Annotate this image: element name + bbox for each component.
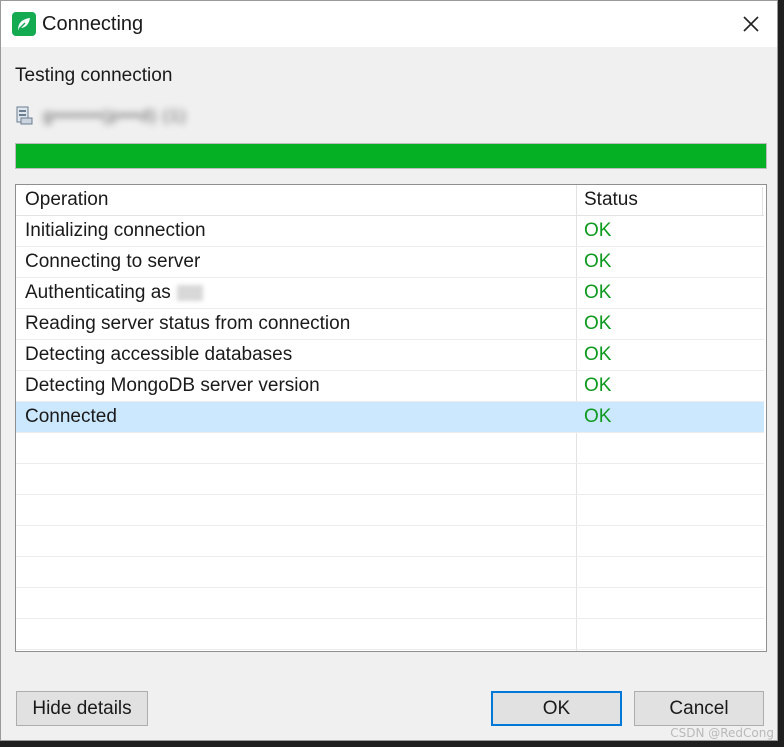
empty-row [16, 588, 764, 619]
cancel-button[interactable]: Cancel [634, 691, 764, 726]
ok-button[interactable]: OK [491, 691, 622, 726]
status-cell: OK [584, 406, 612, 427]
table-row-selected[interactable]: Connected OK [16, 402, 764, 433]
column-header-status[interactable]: Status [584, 189, 638, 211]
table-row[interactable]: Initializing connection OK [16, 216, 764, 247]
table-row[interactable]: Connecting to server OK [16, 247, 764, 278]
connection-name: g•••••••(p•••d) (1) [43, 106, 187, 125]
empty-row [16, 464, 764, 495]
status-cell: OK [584, 313, 612, 334]
empty-row [16, 495, 764, 526]
hide-details-button[interactable]: Hide details [16, 691, 148, 726]
status-cell: OK [584, 282, 612, 303]
watermark: CSDN @RedCong [670, 726, 774, 740]
title-bar: Connecting [1, 1, 777, 47]
empty-row [16, 433, 764, 464]
testing-connection-label: Testing connection [15, 65, 173, 86]
operation-cell: Initializing connection [25, 220, 206, 241]
header-divider [762, 187, 763, 215]
status-cell: OK [584, 344, 612, 365]
table-header-row: Operation Status [16, 185, 764, 216]
operation-cell: Detecting accessible databases [25, 344, 293, 365]
connection-info: g•••••••(p•••d) (1) [15, 101, 187, 131]
operation-cell: Connecting to server [25, 251, 201, 272]
server-icon [16, 106, 33, 125]
status-cell: OK [584, 375, 612, 396]
operation-text: Authenticating as [25, 282, 171, 303]
redacted-username [176, 284, 203, 301]
operation-cell: Authenticating as [25, 282, 203, 304]
window-title: Connecting [42, 13, 144, 35]
mongodb-leaf-icon [12, 12, 36, 36]
empty-row [16, 619, 764, 650]
status-cell: OK [584, 220, 612, 241]
table-row[interactable]: Authenticating as OK [16, 278, 764, 309]
empty-row [16, 557, 764, 588]
table-row[interactable]: Detecting accessible databases OK [16, 340, 764, 371]
close-icon[interactable] [739, 12, 763, 36]
operation-cell: Detecting MongoDB server version [25, 375, 320, 396]
operations-table[interactable]: Operation Status Initializing connection… [15, 184, 767, 652]
table-row[interactable]: Detecting MongoDB server version OK [16, 371, 764, 402]
operation-cell: Connected [25, 406, 117, 427]
status-cell: OK [584, 251, 612, 272]
empty-row [16, 526, 764, 557]
progress-fill [16, 144, 766, 168]
table-row[interactable]: Reading server status from connection OK [16, 309, 764, 340]
progress-bar [15, 143, 767, 169]
operation-cell: Reading server status from connection [25, 313, 351, 334]
connecting-dialog: Connecting Testing connection g•••••••(p… [0, 0, 778, 741]
column-header-operation[interactable]: Operation [25, 189, 108, 211]
